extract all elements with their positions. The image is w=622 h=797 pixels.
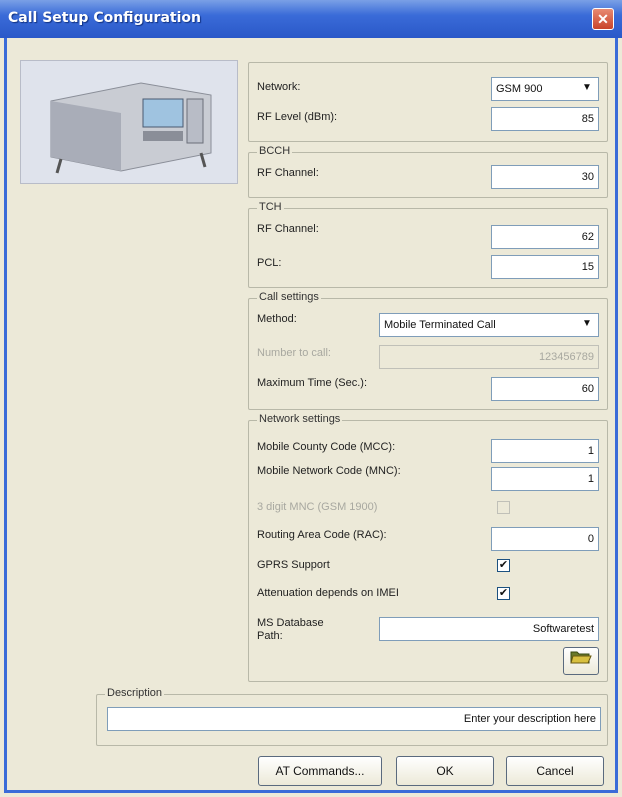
method-value: Mobile Terminated Call — [384, 319, 496, 331]
ms-database-path-field[interactable]: Softwaretest — [379, 617, 599, 641]
close-button[interactable]: ✕ — [592, 8, 614, 30]
attenuation-checkbox[interactable]: ✔ — [497, 587, 510, 600]
pcl-field[interactable]: 15 — [491, 255, 599, 279]
chevron-down-icon: ▼ — [582, 82, 592, 93]
ok-button[interactable]: OK — [396, 756, 494, 786]
folder-open-icon — [570, 651, 592, 664]
title-bar: Call Setup Configuration ✕ — [0, 0, 622, 38]
test-device-image — [21, 61, 237, 183]
window-title: Call Setup Configuration — [8, 10, 201, 26]
device-image — [20, 60, 238, 184]
bcch-legend: BCCH — [257, 145, 293, 157]
network-settings-group: Network settings Mobile County Code (MCC… — [248, 413, 608, 682]
mnc-label: Mobile Network Code (MNC): — [257, 465, 401, 477]
rac-label: Routing Area Code (RAC): — [257, 529, 387, 541]
chevron-down-icon: ▼ — [582, 318, 592, 329]
mnc3-digit-checkbox[interactable] — [497, 501, 510, 514]
browse-folder-button[interactable] — [563, 647, 599, 675]
mnc3-digit-label: 3 digit MNC (GSM 1900) — [257, 501, 378, 513]
mnc-field[interactable]: 1 — [491, 467, 599, 491]
general-group: Network: GSM 900 ▼ RF Level (dBm): 85 — [248, 62, 608, 142]
rf-level-field[interactable]: 85 — [491, 107, 599, 131]
description-legend: Description — [105, 687, 165, 699]
number-to-call-label: Number to call: — [257, 347, 331, 359]
bcch-group: BCCH RF Channel: 30 — [248, 145, 608, 198]
description-group: Description Enter your description here — [96, 687, 608, 746]
ms-database-path-label: MS Database Path: — [257, 617, 324, 642]
gprs-support-checkbox[interactable]: ✔ — [497, 559, 510, 572]
rac-field[interactable]: 0 — [491, 527, 599, 551]
network-value: GSM 900 — [496, 83, 543, 95]
network-label: Network: — [257, 81, 301, 93]
number-to-call-field[interactable]: 123456789 — [379, 345, 599, 369]
network-settings-legend: Network settings — [257, 413, 343, 425]
close-icon: ✕ — [597, 11, 609, 27]
call-settings-group: Call settings Method: Mobile Terminated … — [248, 291, 608, 410]
tch-rf-channel-label: RF Channel: — [257, 223, 319, 235]
tch-legend: TCH — [257, 201, 284, 213]
bcch-rf-channel-label: RF Channel: — [257, 167, 319, 179]
rf-level-label: RF Level (dBm): — [257, 111, 338, 123]
mcc-label: Mobile County Code (MCC): — [257, 441, 396, 453]
at-commands-button[interactable]: AT Commands... — [258, 756, 382, 786]
max-time-field[interactable]: 60 — [491, 377, 599, 401]
method-select[interactable]: Mobile Terminated Call ▼ — [379, 313, 599, 337]
max-time-label: Maximum Time (Sec.): — [257, 377, 368, 389]
gprs-support-label: GPRS Support — [257, 559, 330, 571]
attenuation-label: Attenuation depends on IMEI — [257, 587, 399, 599]
bcch-rf-channel-field[interactable]: 30 — [491, 165, 599, 189]
method-label: Method: — [257, 313, 297, 325]
mcc-field[interactable]: 1 — [491, 439, 599, 463]
tch-group: TCH RF Channel: 62 PCL: 15 — [248, 201, 608, 288]
description-field[interactable]: Enter your description here — [107, 707, 601, 731]
cancel-button[interactable]: Cancel — [506, 756, 604, 786]
tch-rf-channel-field[interactable]: 62 — [491, 225, 599, 249]
network-select[interactable]: GSM 900 ▼ — [491, 77, 599, 101]
pcl-label: PCL: — [257, 257, 282, 269]
call-settings-legend: Call settings — [257, 291, 321, 303]
